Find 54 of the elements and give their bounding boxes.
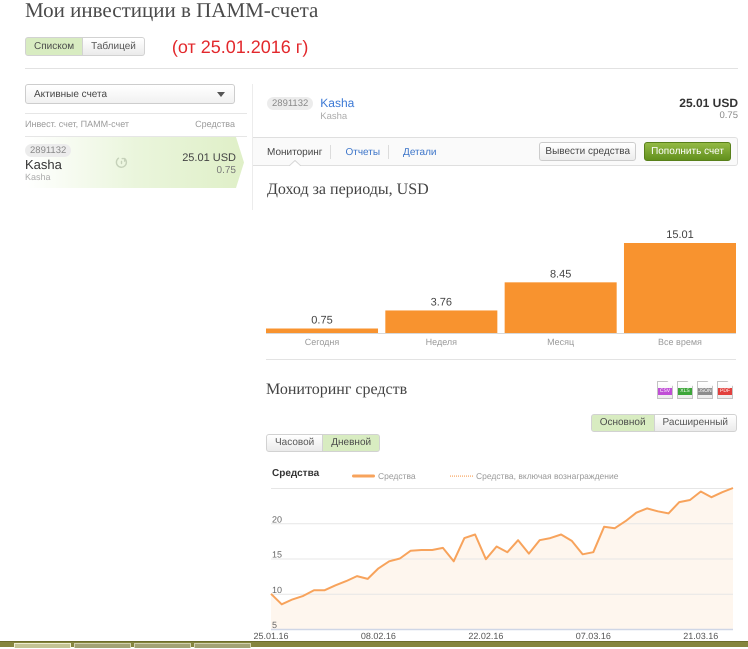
account-list-item[interactable]: 2891132 Kasha Kasha 25.01 USD 0.75: [25, 137, 244, 188]
account-filter-dropdown[interactable]: Активные счета: [25, 84, 235, 104]
column-header: Средства: [195, 118, 235, 132]
taskbar-button[interactable]: [194, 643, 251, 648]
section-title: Доход за периоды, USD: [267, 180, 429, 200]
account-name-link[interactable]: Kasha: [320, 97, 354, 110]
circular-arrow-icon: [115, 156, 128, 169]
date-note: (от 25.01.2016 г): [172, 36, 308, 56]
category-label: Неделя: [426, 337, 458, 347]
x-axis-label: 08.02.16: [360, 631, 396, 641]
caret-icon: [217, 92, 225, 96]
account-number-badge: 2891132: [267, 97, 314, 110]
chart-title: Средства: [272, 468, 320, 479]
account-subtitle: Kasha: [320, 111, 348, 122]
account-balance: 25.01 USD: [679, 96, 738, 110]
account-name: Kasha: [25, 158, 62, 172]
y-axis-label: 20: [272, 514, 282, 524]
tab[interactable]: Мониторинг: [253, 138, 330, 166]
account-profit: 0.75: [216, 165, 236, 177]
legend-line-icon: [352, 474, 375, 478]
taskbar-button[interactable]: [134, 643, 191, 648]
x-axis-label: 07.03.16: [576, 631, 611, 641]
column-header: Инвест. счет, ПАММ-счет: [25, 118, 130, 132]
y-axis-label: 10: [272, 584, 282, 595]
chart-mode-button[interactable]: Расширенный: [654, 414, 737, 432]
view-mode-button[interactable]: Списком: [25, 37, 84, 56]
page-title: Мои инвестиции в ПАММ-счета: [25, 0, 318, 22]
y-axis-label: 5: [272, 620, 278, 630]
account-profit: 0.75: [720, 110, 738, 121]
account-number-badge: 2891132: [25, 144, 72, 157]
bar-value-label: 15.01: [666, 229, 694, 241]
tab[interactable]: Детали: [389, 138, 444, 166]
taskbar-button[interactable]: [74, 643, 131, 648]
x-axis-label: 25.01.16: [253, 631, 289, 641]
x-axis-label: 22.02.16: [468, 631, 504, 641]
bar-value-label: 0.75: [311, 314, 333, 326]
tab[interactable]: Отчеты: [331, 138, 388, 166]
legend-label: Средства: [378, 471, 416, 481]
account-balance: 25.01 USD: [182, 152, 236, 165]
category-label: Месяц: [547, 337, 574, 347]
bar-value-label: 8.45: [550, 268, 572, 280]
chart-mode-button[interactable]: Основной: [590, 414, 655, 432]
withdraw-button[interactable]: Вывести средства: [539, 142, 636, 161]
x-axis-label: 21.03.16: [683, 631, 718, 641]
account-subtitle: Kasha: [25, 172, 51, 183]
legend-label: Средства, включая вознаграждение: [476, 471, 618, 481]
view-mode-button[interactable]: Таблицей: [83, 37, 145, 56]
category-label: Все время: [658, 337, 702, 347]
category-label: Сегодня: [304, 337, 340, 347]
period-button[interactable]: Часовой: [266, 434, 324, 452]
bar-value-label: 3.76: [430, 296, 452, 308]
period-button[interactable]: Дневной: [323, 434, 380, 452]
section-title: Мониторинг средств: [266, 380, 408, 400]
y-axis-label: 15: [272, 550, 282, 560]
